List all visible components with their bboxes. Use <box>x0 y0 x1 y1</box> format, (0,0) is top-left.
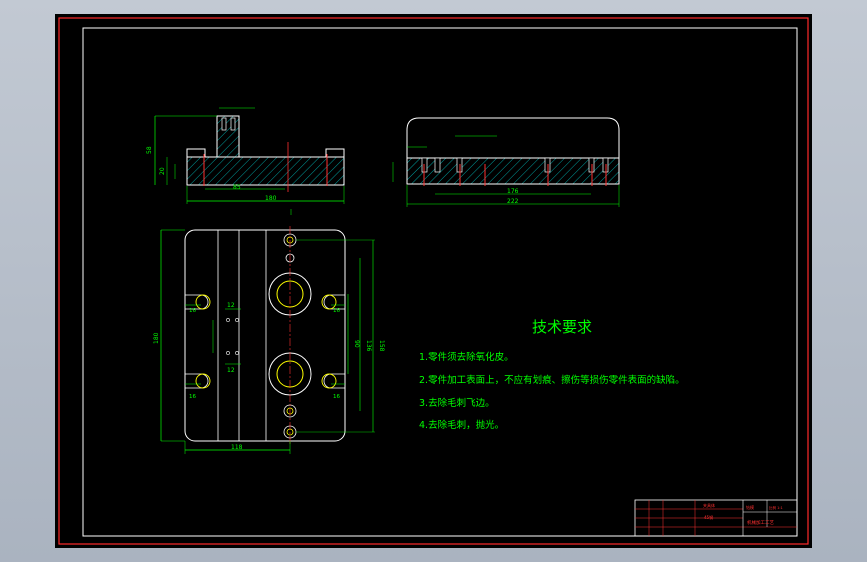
dim-hole-spacing-a: 12 <box>227 302 235 309</box>
dim-slot-b: 16 <box>189 394 196 400</box>
dim-plan-v2: 136 <box>365 340 372 352</box>
inner-border <box>82 27 798 537</box>
tech-requirements: 技术要求 1.零件须去除氧化皮。 2.零件加工表面上，不应有划痕、擦伤等损伤零件… <box>419 318 685 431</box>
dim-side-total: 222 <box>507 198 519 205</box>
plan-view: 118 180 90 136 158 12 12 16 16 16 16 <box>153 226 385 454</box>
dim-side-inner: 176 <box>507 188 519 195</box>
dim-hole-spacing-b: 12 <box>227 367 235 374</box>
tech-req-item-3: 3.去除毛刺飞边。 <box>419 397 495 409</box>
dim-slot-c: 16 <box>333 308 340 314</box>
outer-border <box>58 17 809 545</box>
tb-cell-b: 45钢 <box>704 514 713 520</box>
title-block: 夹具体 45钢 钻模 比例 1:1 机械加工工艺 <box>634 499 798 537</box>
dim-front-inner: 85 <box>233 184 241 191</box>
tb-cell-d: 比例 1:1 <box>769 505 783 510</box>
dim-plan-v3: 158 <box>378 340 385 352</box>
drawing-canvas[interactable]: 180 85 58 20 176 222 118 180 90 136 158 … <box>55 14 812 548</box>
dim-front-height: 58 <box>146 146 153 154</box>
dim-plan-v1: 90 <box>353 340 360 348</box>
dim-slot-a: 16 <box>189 308 196 314</box>
tech-req-title: 技术要求 <box>532 318 592 336</box>
tb-cell-c: 钻模 <box>746 504 754 510</box>
dim-front-width: 180 <box>265 195 277 202</box>
tech-req-item-2: 2.零件加工表面上，不应有划痕、擦伤等损伤零件表面的缺陷。 <box>419 374 685 386</box>
tech-req-item-4: 4.去除毛刺，抛光。 <box>419 419 504 431</box>
front-view: 180 85 58 20 <box>146 107 345 215</box>
cad-viewport[interactable]: 180 85 58 20 176 222 118 180 90 136 158 … <box>55 14 812 548</box>
dim-plan-height: 180 <box>153 332 160 344</box>
tech-req-item-1: 1.零件须去除氧化皮。 <box>419 351 514 363</box>
dim-slot-d: 16 <box>333 394 340 400</box>
tb-cell-e: 机械加工工艺 <box>747 519 774 526</box>
dim-plan-width: 118 <box>231 444 243 451</box>
side-view: 176 222 <box>392 117 620 207</box>
tb-cell-a: 夹具体 <box>703 502 715 508</box>
dim-front-side: 20 <box>159 167 166 175</box>
